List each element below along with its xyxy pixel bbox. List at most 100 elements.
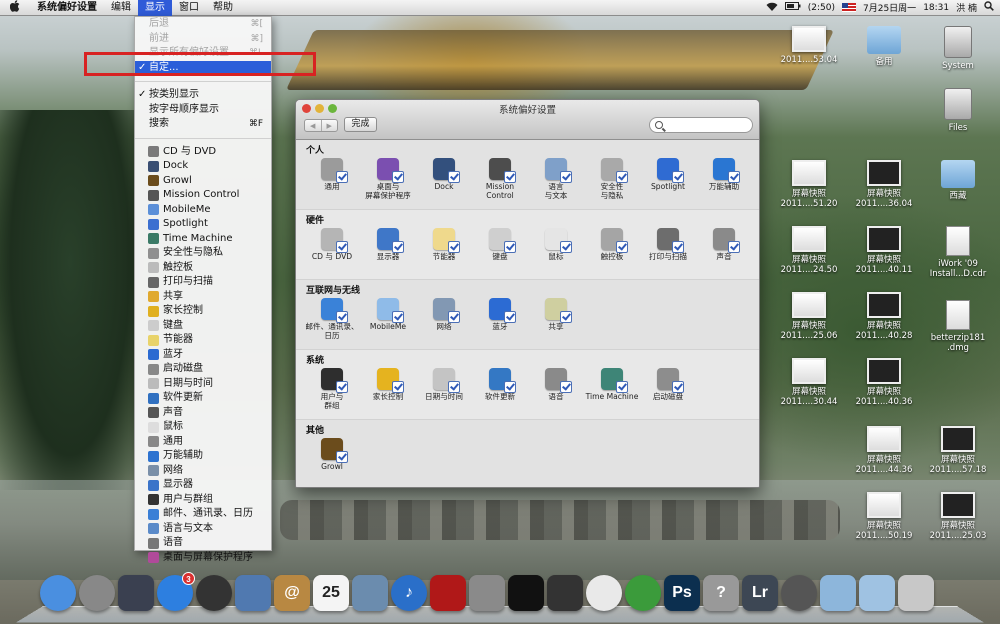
dock-trash-icon[interactable] <box>898 575 934 611</box>
desktop-icon[interactable]: Files <box>926 88 990 133</box>
menu-item-pane[interactable]: 网络 <box>135 464 271 479</box>
dock-preview-icon[interactable] <box>352 575 388 611</box>
preference-pane-button[interactable]: 软件更新 <box>472 368 528 410</box>
menu-item-pane[interactable]: 节能器 <box>135 333 271 348</box>
desktop-icon[interactable]: 屏幕快照 2011....40.11 <box>852 226 916 275</box>
input-flag-icon[interactable] <box>842 3 856 12</box>
preference-pane-button[interactable]: 通用 <box>304 158 360 200</box>
dock-address-book-icon[interactable]: @ <box>274 575 310 611</box>
preference-pane-button[interactable]: 网络 <box>416 298 472 340</box>
menu-item-pane[interactable]: 声音 <box>135 406 271 421</box>
preference-pane-button[interactable]: 键盘 <box>472 228 528 261</box>
menu-item-by-category[interactable]: ✓ 按类别显示 <box>135 88 271 103</box>
forward-arrow-icon[interactable]: ▶ <box>322 120 338 131</box>
menu-item-pane[interactable]: 邮件、通讯录、日历 <box>135 507 271 522</box>
desktop-icon[interactable]: 屏幕快照 2011....25.03 <box>926 492 990 541</box>
dock-help-icon[interactable]: ? <box>703 575 739 611</box>
desktop-icon[interactable]: System <box>926 26 990 71</box>
menu-item-pane[interactable]: 鼠标 <box>135 420 271 435</box>
preference-pane-button[interactable]: CD 与 DVD <box>304 228 360 261</box>
preference-pane-button[interactable]: 蓝牙 <box>472 298 528 340</box>
preference-pane-button[interactable]: Dock <box>416 158 472 200</box>
preference-pane-button[interactable]: Mission Control <box>472 158 528 200</box>
search-field[interactable] <box>649 117 753 133</box>
menu-item-pane[interactable]: Dock <box>135 159 271 174</box>
dock-finder-icon[interactable] <box>40 575 76 611</box>
dock-chrome-icon[interactable] <box>625 575 661 611</box>
desktop-icon[interactable]: 屏幕快照 2011....51.20 <box>777 160 841 209</box>
menu-item-pane[interactable]: 显示器 <box>135 478 271 493</box>
spotlight-icon[interactable] <box>984 1 994 14</box>
desktop-icon[interactable]: 屏幕快照 2011....40.28 <box>852 292 916 341</box>
menu-help[interactable]: 帮助 <box>206 0 240 16</box>
menu-item-pane[interactable]: CD 与 DVD <box>135 145 271 160</box>
menu-item-pane[interactable]: 共享 <box>135 290 271 305</box>
dock-mission-control-icon[interactable] <box>118 575 154 611</box>
preference-pane-button[interactable]: 万能辅助 <box>696 158 752 200</box>
preference-pane-button[interactable]: 邮件、通讯录、 日历 <box>304 298 360 340</box>
desktop-icon[interactable]: 屏幕快照 2011....44.36 <box>852 426 916 475</box>
desktop-icon[interactable]: 屏幕快照 2011....30.44 <box>777 358 841 407</box>
menu-item-pane[interactable]: 打印与扫描 <box>135 275 271 290</box>
preference-pane-button[interactable]: Time Machine <box>584 368 640 410</box>
desktop-icon[interactable]: betterzip181 .dmg <box>926 300 990 353</box>
preference-pane-button[interactable]: 语音 <box>528 368 584 410</box>
menu-item-pane[interactable]: 蓝牙 <box>135 348 271 363</box>
preference-pane-button[interactable]: 桌面与 屏幕保护程序 <box>360 158 416 200</box>
dock-lightroom-icon[interactable]: Lr <box>742 575 778 611</box>
preference-pane-button[interactable]: 节能器 <box>416 228 472 261</box>
menu-item-pane[interactable]: 启动磁盘 <box>135 362 271 377</box>
menu-item-pane[interactable]: Mission Control <box>135 188 271 203</box>
preference-pane-button[interactable]: 打印与扫描 <box>640 228 696 261</box>
desktop-icon[interactable]: 屏幕快照 2011....40.36 <box>852 358 916 407</box>
menu-item-pane[interactable]: MobileMe <box>135 203 271 218</box>
window-titlebar[interactable]: 系统偏好设置 ◀ ▶ 完成 <box>296 100 759 140</box>
menu-app-name[interactable]: 系统偏好设置 <box>30 0 104 16</box>
desktop-icon[interactable]: 2011....53.04 <box>777 26 841 65</box>
preference-pane-button[interactable]: 启动磁盘 <box>640 368 696 410</box>
dock-applications-stack-icon[interactable] <box>820 575 856 611</box>
menu-item-pane[interactable]: 用户与群组 <box>135 493 271 508</box>
dock-photoshop-icon[interactable]: Ps <box>664 575 700 611</box>
menu-item-pane[interactable]: 语言与文本 <box>135 522 271 537</box>
menu-edit[interactable]: 编辑 <box>104 0 138 16</box>
menu-item-pane[interactable]: 语音 <box>135 536 271 551</box>
dock-facetime-icon[interactable] <box>781 575 817 611</box>
menu-view[interactable]: 显示 <box>138 0 172 16</box>
menu-item-pane[interactable]: 通用 <box>135 435 271 450</box>
dock-launchpad-icon[interactable] <box>79 575 115 611</box>
dock-qq-icon[interactable] <box>508 575 544 611</box>
menu-item-alphabetical[interactable]: 按字母顺序显示 <box>135 103 271 118</box>
menu-window[interactable]: 窗口 <box>172 0 206 16</box>
battery-icon[interactable] <box>784 2 801 13</box>
preference-pane-button[interactable]: 共享 <box>528 298 584 340</box>
dock-ical-icon[interactable]: 25 <box>313 575 349 611</box>
desktop-icon[interactable]: 西藏 <box>926 160 990 201</box>
dock-system-preferences-icon[interactable] <box>469 575 505 611</box>
apple-menu-icon[interactable] <box>0 0 30 16</box>
preference-pane-button[interactable]: 家长控制 <box>360 368 416 410</box>
menu-item-pane[interactable]: 安全性与隐私 <box>135 246 271 261</box>
menubar-time[interactable]: 18:31 <box>923 3 949 13</box>
dock-mail-icon[interactable] <box>235 575 271 611</box>
dock-documents-stack-icon[interactable] <box>859 575 895 611</box>
menu-item-pane[interactable]: 软件更新 <box>135 391 271 406</box>
dock-dashboard-icon[interactable] <box>196 575 232 611</box>
preference-pane-button[interactable]: 语言 与文本 <box>528 158 584 200</box>
back-arrow-icon[interactable]: ◀ <box>305 120 322 131</box>
menu-item-pane[interactable]: 键盘 <box>135 319 271 334</box>
desktop-icon[interactable]: 屏幕快照 2011....50.19 <box>852 492 916 541</box>
desktop-icon[interactable]: 屏幕快照 2011....24.50 <box>777 226 841 275</box>
dock-picasa-icon[interactable] <box>586 575 622 611</box>
desktop-icon[interactable]: 屏幕快照 2011....25.06 <box>777 292 841 341</box>
menubar-date[interactable]: 7月25日周一 <box>863 1 916 14</box>
preference-pane-button[interactable]: 声音 <box>696 228 752 261</box>
desktop-icon[interactable]: iWork '09 Install...D.cdr <box>926 226 990 279</box>
preference-pane-button[interactable]: 用户与 群组 <box>304 368 360 410</box>
wifi-icon[interactable] <box>766 2 778 14</box>
menu-item-pane[interactable]: Time Machine <box>135 232 271 247</box>
done-button[interactable]: 完成 <box>344 117 377 132</box>
dock-photo-booth-icon[interactable] <box>430 575 466 611</box>
desktop-icon[interactable]: 备用 <box>852 26 916 67</box>
preference-pane-button[interactable]: 显示器 <box>360 228 416 261</box>
